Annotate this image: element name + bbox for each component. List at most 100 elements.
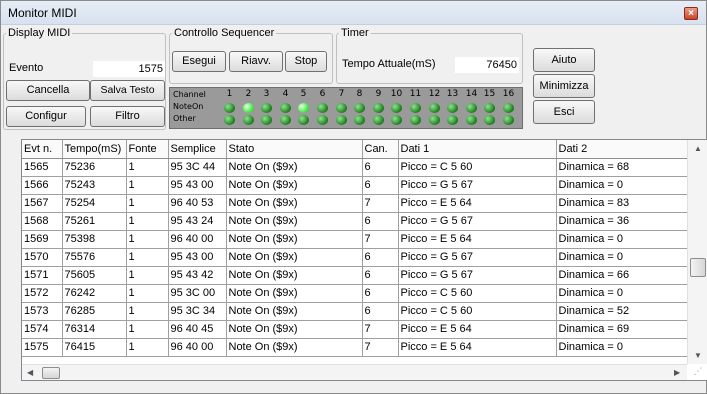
stop-button[interactable]: Stop <box>285 51 327 72</box>
config-button[interactable]: Configur <box>6 106 86 127</box>
table-cell: 95 3C 34 <box>168 302 227 321</box>
scroll-right-arrow-icon[interactable]: ▶ <box>674 369 680 377</box>
resize-grip-icon[interactable]: ⋰ <box>691 364 705 378</box>
noteon-led-14 <box>466 103 477 113</box>
channel-number-2: 2 <box>245 89 252 99</box>
table-cell: Picco = E 5 64 <box>398 194 557 213</box>
other-led-1 <box>224 115 235 125</box>
column-header[interactable]: Can. <box>362 140 399 159</box>
horizontal-scroll-thumb[interactable] <box>42 367 60 379</box>
other-led-15 <box>484 115 495 125</box>
sequencer-legend: Controllo Sequencer <box>174 27 275 39</box>
table-cell: 75576 <box>62 248 127 267</box>
event-list[interactable]: Evt n. Tempo(mS) Fonte Semplice Stato Can. Dat… <box>21 139 707 381</box>
table-row[interactable]: 1574 76314 1 96 40 45 Note On ($9x) 7 Picco = … <box>22 320 688 339</box>
clear-button[interactable]: Cancella <box>6 80 90 101</box>
column-header[interactable]: Stato <box>226 140 363 159</box>
table-header-row: Evt n. Tempo(mS) Fonte Semplice Stato Can. Dat… <box>22 140 688 159</box>
table-cell: 1 <box>126 230 169 249</box>
table-cell: 1 <box>126 320 169 339</box>
table-cell: Picco = C 5 60 <box>398 284 557 303</box>
scroll-down-arrow-icon[interactable]: ▼ <box>694 352 702 360</box>
table-cell: 1573 <box>22 302 63 321</box>
table-cell: 95 43 00 <box>168 176 227 195</box>
table-row[interactable]: 1571 75605 1 95 43 42 Note On ($9x) 6 Picco = … <box>22 266 688 285</box>
title-bar[interactable]: Monitor MIDI × <box>1 1 706 25</box>
save-text-button[interactable]: Salva Testo <box>90 80 165 101</box>
table-cell: 1570 <box>22 248 63 267</box>
table-cell: 1567 <box>22 194 63 213</box>
table-cell: 75243 <box>62 176 127 195</box>
horizontal-scrollbar[interactable]: ◀ ▶ <box>22 364 687 380</box>
column-header[interactable]: Dati 2 <box>556 140 688 159</box>
timer-group: Timer <box>336 28 523 84</box>
table-cell: 75605 <box>62 266 127 285</box>
vertical-scrollbar[interactable]: ▲ ▼ <box>687 140 707 364</box>
filter-button[interactable]: Filtro <box>90 106 165 127</box>
table-cell: Note On ($9x) <box>226 320 363 339</box>
channel-number-11: 11 <box>409 89 422 99</box>
table-row[interactable]: 1565 75236 1 95 3C 44 Note On ($9x) 6 Picco = … <box>22 158 688 177</box>
table-cell: Dinamica = 0 <box>556 338 688 357</box>
table-row[interactable]: 1572 76242 1 95 3C 00 Note On ($9x) 6 Picco = … <box>22 284 688 303</box>
channel-number-8: 8 <box>356 89 363 99</box>
help-button[interactable]: Aiuto <box>533 48 595 72</box>
noteon-row-label: NoteOn <box>173 102 204 111</box>
table-row[interactable]: 1573 76285 1 95 3C 34 Note On ($9x) 6 Picco = … <box>22 302 688 321</box>
table-cell: 1568 <box>22 212 63 231</box>
table-cell: 1 <box>126 284 169 303</box>
channel-row-label: Channel <box>173 90 206 99</box>
channel-number-4: 4 <box>282 89 289 99</box>
channel-number-14: 14 <box>465 89 478 99</box>
midi-monitor-window: Monitor MIDI × Display MIDI Evento 1575 … <box>0 0 707 394</box>
table-cell: 95 43 42 <box>168 266 227 285</box>
table-cell: Picco = G 5 67 <box>398 212 557 231</box>
table-cell: 1 <box>126 194 169 213</box>
other-led-14 <box>466 115 477 125</box>
table-row[interactable]: 1570 75576 1 95 43 00 Note On ($9x) 6 Picco = … <box>22 248 688 267</box>
table-cell: 6 <box>362 284 399 303</box>
table-cell: Picco = E 5 64 <box>398 320 557 339</box>
column-header[interactable]: Tempo(mS) <box>62 140 127 159</box>
column-header[interactable]: Dati 1 <box>398 140 557 159</box>
table-cell: 7 <box>362 338 399 357</box>
column-header[interactable]: Fonte <box>126 140 169 159</box>
table-cell: 1565 <box>22 158 63 177</box>
noteon-led-12 <box>429 103 440 113</box>
channel-number-16: 16 <box>502 89 515 99</box>
scroll-up-arrow-icon[interactable]: ▲ <box>694 145 702 153</box>
table-cell: 1571 <box>22 266 63 285</box>
other-led-12 <box>429 115 440 125</box>
table-cell: Note On ($9x) <box>226 248 363 267</box>
channel-number-7: 7 <box>338 89 345 99</box>
table-cell: 7 <box>362 230 399 249</box>
vertical-scroll-thumb[interactable] <box>690 258 706 277</box>
column-header[interactable]: Semplice <box>168 140 227 159</box>
table-row[interactable]: 1566 75243 1 95 43 00 Note On ($9x) 6 Picco = … <box>22 176 688 195</box>
table-cell: 95 43 00 <box>168 248 227 267</box>
table-row[interactable]: 1569 75398 1 96 40 00 Note On ($9x) 7 Picco = … <box>22 230 688 249</box>
table-cell: Note On ($9x) <box>226 194 363 213</box>
channel-led-panel: Channel NoteOn Other 1 2 3 4 5 6 7 8 9 10 11 12 13 14… <box>169 87 523 129</box>
table-cell: 95 3C 44 <box>168 158 227 177</box>
reset-button[interactable]: Riavv. <box>229 51 283 72</box>
minimize-button[interactable]: Minimizza <box>533 74 595 98</box>
table-row[interactable]: 1575 76415 1 96 40 00 Note On ($9x) 7 Picco = … <box>22 338 688 357</box>
noteon-led-4 <box>280 103 291 113</box>
table-cell: 76415 <box>62 338 127 357</box>
exit-button[interactable]: Esci <box>533 100 595 124</box>
noteon-led-7 <box>336 103 347 113</box>
table-cell: 1 <box>126 176 169 195</box>
table-row[interactable]: 1568 75261 1 95 43 24 Note On ($9x) 6 Picco = … <box>22 212 688 231</box>
table-row[interactable]: 1567 75254 1 96 40 53 Note On ($9x) 7 Picco = … <box>22 194 688 213</box>
scroll-left-arrow-icon[interactable]: ◀ <box>27 369 33 377</box>
table-cell: Dinamica = 83 <box>556 194 688 213</box>
column-header[interactable]: Evt n. <box>22 140 63 159</box>
table-cell: 75236 <box>62 158 127 177</box>
table-cell: 1 <box>126 212 169 231</box>
table-cell: Dinamica = 66 <box>556 266 688 285</box>
play-button[interactable]: Esegui <box>172 51 226 72</box>
close-button[interactable]: × <box>684 7 698 20</box>
other-row-label: Other <box>173 114 196 123</box>
event-label: Evento <box>9 62 44 74</box>
